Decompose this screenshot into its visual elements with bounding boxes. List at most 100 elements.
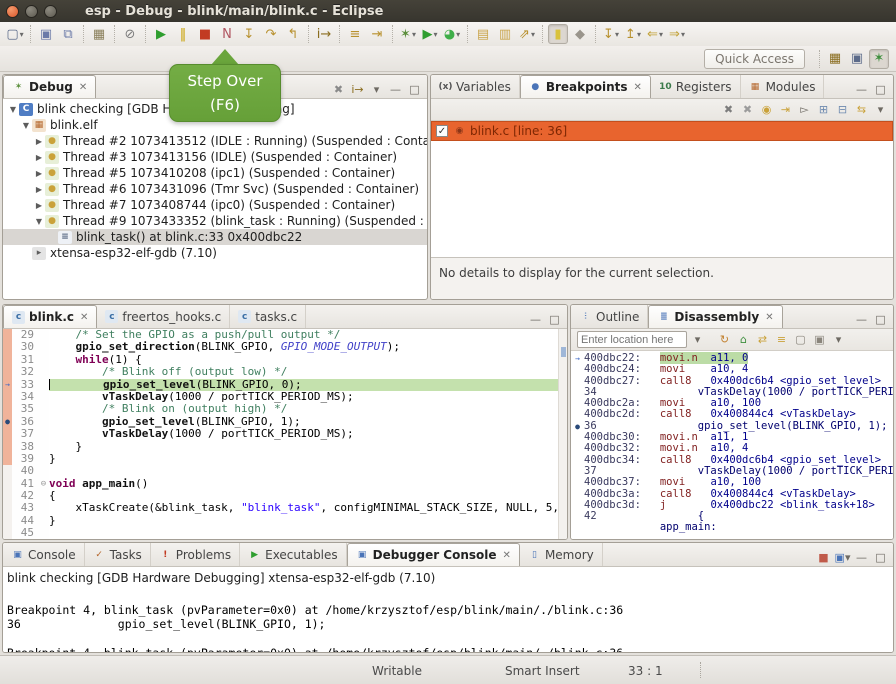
mark-occurrences-button[interactable]: ▮ <box>548 24 568 44</box>
code-line[interactable]: 38 } <box>3 441 567 453</box>
debug-tree-row[interactable]: ▼●Thread #9 1073433352 (blink_task : Run… <box>3 213 427 229</box>
debug-tree-row[interactable]: ▶●Thread #3 1073413156 (IDLE) (Suspended… <box>3 149 427 165</box>
tree-twistie-icon[interactable]: ▶ <box>33 153 45 162</box>
tab-executables[interactable]: ▶Executables <box>240 543 347 566</box>
new-view-button[interactable]: ▢ <box>792 331 809 348</box>
collapse-all-button[interactable]: ⊟ <box>834 101 851 118</box>
code-line[interactable]: 39} <box>3 453 567 465</box>
step-over-button[interactable]: ↷ <box>261 24 281 44</box>
skip-breakpoints-button[interactable]: ⊘ <box>120 24 140 44</box>
editor-overview-ruler[interactable] <box>558 329 567 539</box>
debug-tree-row[interactable]: ▶●Thread #7 1073408744 (ipc0) (Suspended… <box>3 197 427 213</box>
minimize-button[interactable]: — <box>853 81 870 98</box>
tab-freertos-hooks-c[interactable]: cfreertos_hooks.c <box>97 305 230 328</box>
tab-outline[interactable]: ⫶Outline <box>571 305 648 328</box>
code-line[interactable]: 43 xTaskCreate(&blink_task, "blink_task"… <box>3 502 567 514</box>
resume-button[interactable]: ▶ <box>151 24 171 44</box>
disassembly-row[interactable]: app_main: <box>571 522 893 533</box>
search-button[interactable]: ⇗▾ <box>517 24 537 44</box>
tree-twistie-icon[interactable]: ▶ <box>33 169 45 178</box>
minimize-button[interactable]: — <box>853 549 870 566</box>
run-button[interactable]: ▶▾ <box>420 24 440 44</box>
editor-annotation-ruler[interactable] <box>3 354 12 366</box>
breakpoint-marker-icon[interactable]: ● <box>3 416 12 428</box>
remove-all-terminated-button[interactable]: ✖ <box>330 81 347 98</box>
forward-button[interactable]: ⇒▾ <box>667 24 687 44</box>
maximize-button[interactable]: □ <box>872 81 889 98</box>
new-wizard-button[interactable]: ▢▾ <box>5 24 25 44</box>
remove-breakpoint-button[interactable]: ✖ <box>720 101 737 118</box>
editor-annotation-ruler[interactable] <box>3 527 12 539</box>
tab-modules[interactable]: ▦Modules <box>741 75 825 98</box>
close-icon[interactable]: ✕ <box>503 550 511 561</box>
disconnect-button[interactable]: N <box>217 24 237 44</box>
editor-annotation-ruler[interactable] <box>3 478 12 490</box>
editor-annotation-ruler[interactable] <box>3 428 12 440</box>
instruction-pointer-icon[interactable]: → <box>3 379 12 391</box>
tab-memory[interactable]: ▯Memory <box>520 543 603 566</box>
tab-debug[interactable]: ✶ Debug✕ <box>3 75 96 98</box>
step-into-button[interactable]: ↧ <box>239 24 259 44</box>
terminate-console-button[interactable]: ■ <box>815 549 832 566</box>
open-perspective-button[interactable]: ▦ <box>825 49 845 69</box>
build-button[interactable]: ▦ <box>89 24 109 44</box>
code-line[interactable]: 41⊖void app_main() <box>3 478 567 490</box>
code-line[interactable]: 45 <box>3 527 567 539</box>
tab-variables[interactable]: (x)Variables <box>431 75 520 98</box>
link-with-debug-button[interactable]: ⇆ <box>853 101 870 118</box>
editor-annotation-ruler[interactable] <box>3 366 12 378</box>
maximize-button[interactable]: □ <box>872 311 889 328</box>
debug-tree-row[interactable]: ▶●Thread #6 1073431096 (Tmr Svc) (Suspen… <box>3 181 427 197</box>
tab-tasks[interactable]: ✓Tasks <box>85 543 151 566</box>
maximize-button[interactable]: □ <box>406 81 423 98</box>
minimize-button[interactable]: — <box>527 311 544 328</box>
instruction-stepping-button[interactable]: i→ <box>314 24 334 44</box>
tree-twistie-icon[interactable]: ▶ <box>33 201 45 210</box>
show-source-button[interactable]: ≡ <box>773 331 790 348</box>
window-close-button[interactable] <box>6 5 19 18</box>
maximize-button[interactable]: □ <box>546 311 563 328</box>
external-tools-button[interactable]: ◕▾ <box>442 24 462 44</box>
view-menu-button[interactable]: ▾ <box>872 101 889 118</box>
window-maximize-button[interactable] <box>44 5 57 18</box>
save-button[interactable]: ▣ <box>36 24 56 44</box>
tab-debugger-console[interactable]: ▣Debugger Console✕ <box>347 543 520 566</box>
pin-button[interactable]: ▣ <box>811 331 828 348</box>
editor-annotation-ruler[interactable] <box>3 391 12 403</box>
tree-twistie-icon[interactable]: ▼ <box>33 217 45 226</box>
suspend-button[interactable]: ‖ <box>173 24 193 44</box>
editor-annotation-ruler[interactable] <box>3 515 12 527</box>
editor-annotation-ruler[interactable] <box>3 453 12 465</box>
tab-problems[interactable]: !Problems <box>151 543 240 566</box>
view-breakpoint-types-button[interactable]: ≡ <box>345 24 365 44</box>
cpp-perspective-button[interactable]: ▣ <box>847 49 867 69</box>
show-annotations-button[interactable]: ◆ <box>570 24 590 44</box>
display-selected-console-button[interactable]: ▣▾ <box>834 549 851 566</box>
home-button[interactable]: ⌂ <box>735 331 752 348</box>
next-annotation-button[interactable]: ↥▾ <box>623 24 643 44</box>
tab-disassembly[interactable]: ≣Disassembly✕ <box>648 305 782 328</box>
sync-active-context-button[interactable]: ⇄ <box>754 331 771 348</box>
view-menu-button[interactable]: ▾ <box>368 81 385 98</box>
close-icon[interactable]: ✕ <box>634 82 642 93</box>
code-line[interactable]: 37 vTaskDelay(1000 / portTICK_PERIOD_MS)… <box>3 428 567 440</box>
last-edit-location-button[interactable]: ↧▾ <box>601 24 621 44</box>
select-pointer-button[interactable]: ▻ <box>796 101 813 118</box>
maximize-button[interactable]: □ <box>872 549 889 566</box>
tab-registers[interactable]: 10Registers <box>651 75 741 98</box>
tree-twistie-icon[interactable]: ▼ <box>7 105 19 114</box>
window-minimize-button[interactable] <box>25 5 38 18</box>
code-editor[interactable]: 29 /* Set the GPIO as a push/pull output… <box>3 329 567 539</box>
editor-annotation-ruler[interactable] <box>3 329 12 341</box>
refresh-button[interactable]: ↻ <box>716 331 733 348</box>
close-icon[interactable]: ✕ <box>80 312 88 323</box>
tree-twistie-icon[interactable]: ▶ <box>33 137 45 146</box>
editor-annotation-ruler[interactable] <box>3 502 12 514</box>
minimize-button[interactable]: — <box>387 81 404 98</box>
close-icon[interactable]: ✕ <box>79 82 87 93</box>
tab-blink-c[interactable]: cblink.c✕ <box>3 305 97 328</box>
remove-all-breakpoints-button[interactable]: ✖ <box>739 101 756 118</box>
editor-annotation-ruler[interactable] <box>3 341 12 353</box>
debug-button[interactable]: ✶▾ <box>398 24 418 44</box>
use-step-filters-button[interactable]: ⇥ <box>367 24 387 44</box>
